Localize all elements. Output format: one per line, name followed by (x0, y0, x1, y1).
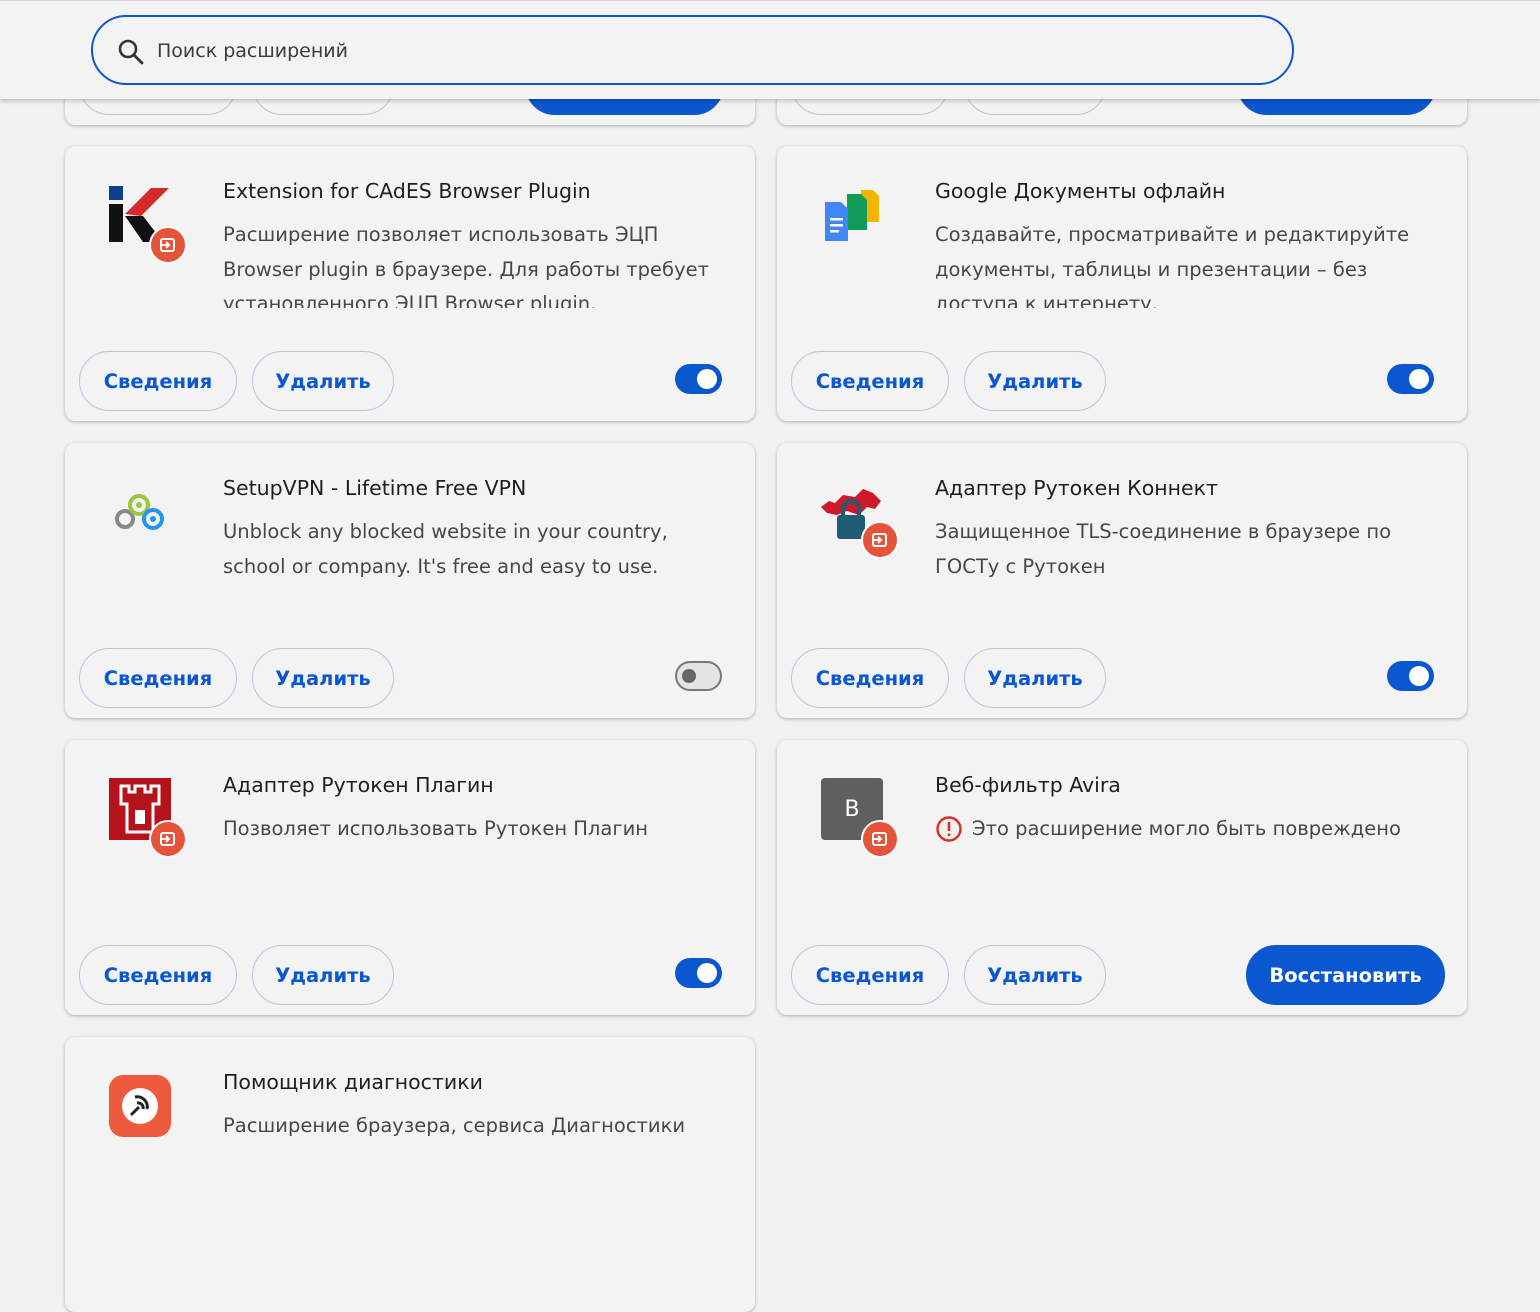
extension-card: В Веб-фильтр Avira Это расширение могло … (777, 740, 1467, 1015)
extension-name: Google Документы офлайн (935, 179, 1226, 203)
extension-card: Extension for CAdES Browser Plugin Расши… (65, 146, 755, 421)
rutoken-connect-icon (819, 481, 899, 559)
details-button[interactable]: Сведения (79, 945, 237, 1005)
extension-warning: Это расширение могло быть повреждено (935, 812, 1435, 847)
extension-name: Адаптер Рутокен Плагин (223, 773, 494, 797)
remove-button[interactable]: Удалить (964, 648, 1106, 708)
extension-card: Адаптер Рутокен Плагин Позволяет использ… (65, 740, 755, 1015)
details-button[interactable]: Сведения (79, 648, 237, 708)
extension-card: SetupVPN - Lifetime Free VPN Unblock any… (65, 443, 755, 718)
enable-toggle[interactable] (1387, 661, 1434, 691)
remove-button[interactable]: Удалить (252, 945, 394, 1005)
extension-description: Расширение браузера, сервиса Диагностики (223, 1114, 686, 1137)
remove-button[interactable]: Удалить (252, 648, 394, 708)
search-icon (118, 39, 144, 65)
extension-card: Google Документы офлайн Создавайте, прос… (777, 146, 1467, 421)
extension-card: Адаптер Рутокен Коннект Защищенное TLS-с… (777, 443, 1467, 718)
details-button[interactable]: Сведения (79, 351, 237, 411)
extension-name: Веб-фильтр Avira (935, 773, 1121, 797)
extension-source-badge-icon (149, 820, 187, 858)
remove-button[interactable]: Удалить (964, 945, 1106, 1005)
enable-toggle[interactable] (675, 364, 722, 394)
extension-name: Extension for CAdES Browser Plugin (223, 179, 591, 203)
enable-toggle[interactable] (675, 661, 722, 691)
extension-card: Помощник диагностики Расширение браузера… (65, 1037, 755, 1312)
cades-k-icon (107, 184, 187, 264)
enable-toggle[interactable] (1387, 364, 1434, 394)
extension-description: Unblock any blocked website in your coun… (223, 520, 668, 578)
remove-button[interactable]: Удалить (252, 351, 394, 411)
diagnostics-icon (107, 1075, 173, 1141)
extension-source-badge-icon (861, 820, 899, 858)
repair-button[interactable]: Восстановить (1246, 945, 1445, 1005)
warning-text: Это расширение могло быть повреждено (972, 817, 1401, 840)
search-header (0, 0, 1540, 99)
details-button[interactable]: Сведения (791, 945, 949, 1005)
google-docs-icon (819, 184, 885, 250)
setupvpn-icon (107, 481, 173, 547)
error-icon (936, 816, 962, 842)
extension-name: Помощник диагностики (223, 1070, 483, 1094)
enable-toggle[interactable] (675, 958, 722, 988)
extension-name: SetupVPN - Lifetime Free VPN (223, 476, 527, 500)
extension-description: Защищенное TLS-соединение в браузере по … (935, 520, 1392, 578)
extension-description: Позволяет использовать Рутокен Плагин (223, 817, 649, 840)
search-box[interactable] (91, 15, 1294, 85)
search-input[interactable] (155, 31, 1259, 71)
avira-placeholder-icon: В (819, 778, 899, 858)
extension-description: Расширение позволяет использовать ЭЦП Br… (223, 223, 709, 308)
extension-name: Адаптер Рутокен Коннект (935, 476, 1218, 500)
extension-source-badge-icon (149, 226, 187, 264)
details-button[interactable]: Сведения (791, 648, 949, 708)
extension-source-badge-icon (861, 521, 899, 559)
remove-button[interactable]: Удалить (964, 351, 1106, 411)
details-button[interactable]: Сведения (791, 351, 949, 411)
extension-description: Создавайте, просматривайте и редактируйт… (935, 223, 1410, 308)
rutoken-plugin-icon (107, 778, 187, 858)
